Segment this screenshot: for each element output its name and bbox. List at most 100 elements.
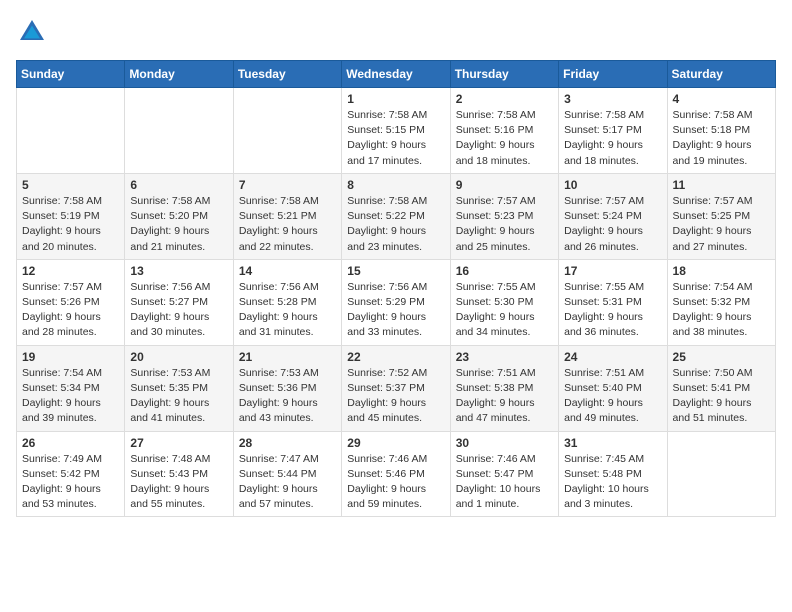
day-info: Sunrise: 7:58 AMSunset: 5:19 PMDaylight:… bbox=[22, 194, 119, 255]
day-number: 27 bbox=[130, 436, 227, 450]
day-of-week-header: Tuesday bbox=[233, 61, 341, 88]
day-number: 1 bbox=[347, 92, 444, 106]
day-number: 24 bbox=[564, 350, 661, 364]
calendar-day-cell bbox=[667, 431, 775, 517]
calendar-day-cell: 20 Sunrise: 7:53 AMSunset: 5:35 PMDayligh… bbox=[125, 345, 233, 431]
day-info: Sunrise: 7:56 AMSunset: 5:28 PMDaylight:… bbox=[239, 280, 336, 341]
logo-icon bbox=[16, 16, 48, 48]
logo bbox=[16, 16, 52, 48]
day-of-week-header: Sunday bbox=[17, 61, 125, 88]
day-info: Sunrise: 7:57 AMSunset: 5:26 PMDaylight:… bbox=[22, 280, 119, 341]
day-info: Sunrise: 7:45 AMSunset: 5:48 PMDaylight:… bbox=[564, 452, 661, 513]
calendar-day-cell: 18Sunrise: 7:54 AMSunset: 5:32 PMDayligh… bbox=[667, 259, 775, 345]
calendar-day-cell: 17 Sunrise: 7:55 AMSunset: 5:31 PMDayligh… bbox=[559, 259, 667, 345]
day-info: Sunrise: 7:48 AMSunset: 5:43 PMDaylight:… bbox=[130, 452, 227, 513]
day-number: 19 bbox=[22, 350, 119, 364]
day-info: Sunrise: 7:57 AMSunset: 5:24 PMDaylight:… bbox=[564, 194, 661, 255]
calendar-day-cell: 8 Sunrise: 7:58 AMSunset: 5:22 PMDaylight… bbox=[342, 173, 450, 259]
day-number: 6 bbox=[130, 178, 227, 192]
day-of-week-header: Friday bbox=[559, 61, 667, 88]
calendar-day-cell: 3 Sunrise: 7:58 AMSunset: 5:17 PMDaylight… bbox=[559, 88, 667, 174]
day-info: Sunrise: 7:50 AMSunset: 5:41 PMDaylight:… bbox=[673, 366, 770, 427]
day-number: 12 bbox=[22, 264, 119, 278]
day-number: 28 bbox=[239, 436, 336, 450]
calendar-day-cell: 28 Sunrise: 7:47 AMSunset: 5:44 PMDayligh… bbox=[233, 431, 341, 517]
day-of-week-header: Saturday bbox=[667, 61, 775, 88]
calendar-day-cell: 19 Sunrise: 7:54 AMSunset: 5:34 PMDayligh… bbox=[17, 345, 125, 431]
day-number: 25 bbox=[673, 350, 770, 364]
calendar-week-row: 1 Sunrise: 7:58 AMSunset: 5:15 PMDaylight… bbox=[17, 88, 776, 174]
day-number: 5 bbox=[22, 178, 119, 192]
calendar-day-cell: 29 Sunrise: 7:46 AMSunset: 5:46 PMDayligh… bbox=[342, 431, 450, 517]
day-info: Sunrise: 7:58 AMSunset: 5:22 PMDaylight:… bbox=[347, 194, 444, 255]
day-number: 11 bbox=[673, 178, 770, 192]
calendar-week-row: 12 Sunrise: 7:57 AMSunset: 5:26 PMDayligh… bbox=[17, 259, 776, 345]
day-info: Sunrise: 7:57 AMSunset: 5:25 PMDaylight:… bbox=[673, 194, 770, 255]
day-info: Sunrise: 7:52 AMSunset: 5:37 PMDaylight:… bbox=[347, 366, 444, 427]
calendar-day-cell: 2Sunrise: 7:58 AMSunset: 5:16 PMDaylight… bbox=[450, 88, 558, 174]
day-info: Sunrise: 7:58 AMSunset: 5:20 PMDaylight:… bbox=[130, 194, 227, 255]
day-info: Sunrise: 7:58 AMSunset: 5:17 PMDaylight:… bbox=[564, 108, 661, 169]
day-number: 8 bbox=[347, 178, 444, 192]
calendar-day-cell: 15Sunrise: 7:56 AMSunset: 5:29 PMDayligh… bbox=[342, 259, 450, 345]
calendar-header-row: SundayMondayTuesdayWednesdayThursdayFrid… bbox=[17, 61, 776, 88]
day-info: Sunrise: 7:54 AMSunset: 5:32 PMDaylight:… bbox=[673, 280, 770, 341]
day-number: 14 bbox=[239, 264, 336, 278]
day-number: 9 bbox=[456, 178, 553, 192]
day-number: 10 bbox=[564, 178, 661, 192]
calendar-day-cell: 5 Sunrise: 7:58 AMSunset: 5:19 PMDaylight… bbox=[17, 173, 125, 259]
day-info: Sunrise: 7:47 AMSunset: 5:44 PMDaylight:… bbox=[239, 452, 336, 513]
calendar-day-cell: 24Sunrise: 7:51 AMSunset: 5:40 PMDayligh… bbox=[559, 345, 667, 431]
calendar-day-cell: 7 Sunrise: 7:58 AMSunset: 5:21 PMDaylight… bbox=[233, 173, 341, 259]
day-number: 23 bbox=[456, 350, 553, 364]
day-number: 16 bbox=[456, 264, 553, 278]
calendar-day-cell: 13 Sunrise: 7:56 AMSunset: 5:27 PMDayligh… bbox=[125, 259, 233, 345]
calendar-day-cell bbox=[17, 88, 125, 174]
day-number: 26 bbox=[22, 436, 119, 450]
day-info: Sunrise: 7:55 AMSunset: 5:31 PMDaylight:… bbox=[564, 280, 661, 341]
calendar-day-cell: 12 Sunrise: 7:57 AMSunset: 5:26 PMDayligh… bbox=[17, 259, 125, 345]
day-number: 17 bbox=[564, 264, 661, 278]
calendar-day-cell: 31Sunrise: 7:45 AMSunset: 5:48 PMDayligh… bbox=[559, 431, 667, 517]
calendar-day-cell: 1 Sunrise: 7:58 AMSunset: 5:15 PMDaylight… bbox=[342, 88, 450, 174]
calendar-day-cell: 10 Sunrise: 7:57 AMSunset: 5:24 PMDayligh… bbox=[559, 173, 667, 259]
day-info: Sunrise: 7:46 AMSunset: 5:47 PMDaylight:… bbox=[456, 452, 553, 513]
day-number: 4 bbox=[673, 92, 770, 106]
day-number: 13 bbox=[130, 264, 227, 278]
calendar-day-cell: 4Sunrise: 7:58 AMSunset: 5:18 PMDaylight… bbox=[667, 88, 775, 174]
calendar-week-row: 26 Sunrise: 7:49 AMSunset: 5:42 PMDayligh… bbox=[17, 431, 776, 517]
day-info: Sunrise: 7:56 AMSunset: 5:29 PMDaylight:… bbox=[347, 280, 444, 341]
day-number: 21 bbox=[239, 350, 336, 364]
day-number: 2 bbox=[456, 92, 553, 106]
day-info: Sunrise: 7:56 AMSunset: 5:27 PMDaylight:… bbox=[130, 280, 227, 341]
calendar-day-cell bbox=[233, 88, 341, 174]
calendar-week-row: 5 Sunrise: 7:58 AMSunset: 5:19 PMDaylight… bbox=[17, 173, 776, 259]
page-header bbox=[16, 16, 776, 48]
calendar-day-cell: 23 Sunrise: 7:51 AMSunset: 5:38 PMDayligh… bbox=[450, 345, 558, 431]
day-info: Sunrise: 7:58 AMSunset: 5:15 PMDaylight:… bbox=[347, 108, 444, 169]
day-number: 29 bbox=[347, 436, 444, 450]
day-info: Sunrise: 7:46 AMSunset: 5:46 PMDaylight:… bbox=[347, 452, 444, 513]
calendar-day-cell: 11 Sunrise: 7:57 AMSunset: 5:25 PMDayligh… bbox=[667, 173, 775, 259]
day-number: 20 bbox=[130, 350, 227, 364]
calendar-week-row: 19 Sunrise: 7:54 AMSunset: 5:34 PMDayligh… bbox=[17, 345, 776, 431]
calendar-day-cell: 16 Sunrise: 7:55 AMSunset: 5:30 PMDayligh… bbox=[450, 259, 558, 345]
day-number: 3 bbox=[564, 92, 661, 106]
calendar-day-cell: 22 Sunrise: 7:52 AMSunset: 5:37 PMDayligh… bbox=[342, 345, 450, 431]
day-number: 30 bbox=[456, 436, 553, 450]
day-of-week-header: Thursday bbox=[450, 61, 558, 88]
day-info: Sunrise: 7:55 AMSunset: 5:30 PMDaylight:… bbox=[456, 280, 553, 341]
day-number: 22 bbox=[347, 350, 444, 364]
day-info: Sunrise: 7:53 AMSunset: 5:35 PMDaylight:… bbox=[130, 366, 227, 427]
calendar-day-cell: 25 Sunrise: 7:50 AMSunset: 5:41 PMDayligh… bbox=[667, 345, 775, 431]
calendar-day-cell: 14 Sunrise: 7:56 AMSunset: 5:28 PMDayligh… bbox=[233, 259, 341, 345]
day-info: Sunrise: 7:57 AMSunset: 5:23 PMDaylight:… bbox=[456, 194, 553, 255]
day-number: 7 bbox=[239, 178, 336, 192]
day-info: Sunrise: 7:51 AMSunset: 5:38 PMDaylight:… bbox=[456, 366, 553, 427]
day-info: Sunrise: 7:49 AMSunset: 5:42 PMDaylight:… bbox=[22, 452, 119, 513]
calendar-day-cell: 9 Sunrise: 7:57 AMSunset: 5:23 PMDaylight… bbox=[450, 173, 558, 259]
day-info: Sunrise: 7:54 AMSunset: 5:34 PMDaylight:… bbox=[22, 366, 119, 427]
calendar-table: SundayMondayTuesdayWednesdayThursdayFrid… bbox=[16, 60, 776, 517]
day-info: Sunrise: 7:58 AMSunset: 5:21 PMDaylight:… bbox=[239, 194, 336, 255]
calendar-day-cell bbox=[125, 88, 233, 174]
